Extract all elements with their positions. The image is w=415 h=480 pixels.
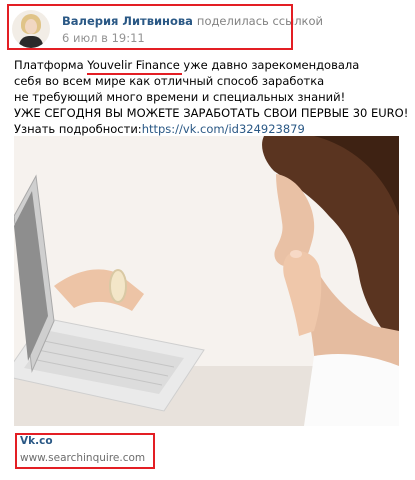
post-text-line-1-suffix: уже давно зарекомендовала [179, 58, 360, 72]
post-image[interactable] [14, 136, 399, 426]
highlight-box-header [7, 4, 293, 50]
post-text-line-1: Платформа Youvelir Finance уже давно зар… [14, 57, 409, 73]
post-text: Платформа Youvelir Finance уже давно зар… [14, 57, 409, 137]
post-text-line-5: Узнать подробности:https://vk.com/id3249… [14, 121, 409, 137]
post-text-line-1-prefix: Платформа [14, 58, 88, 72]
post-text-line-3: не требующий много времени и специальных… [14, 90, 346, 104]
profile-link[interactable]: https://vk.com/id324923879 [142, 122, 305, 136]
woman-with-laptop-photo-icon [14, 136, 399, 426]
post-text-line-4: УЖЕ СЕГОДНЯ ВЫ МОЖЕТЕ ЗАРАБОТАТЬ СВОИ ПЕ… [14, 106, 409, 120]
details-label: Узнать подробности: [14, 122, 142, 136]
brand-name: Youvelir Finance [87, 58, 180, 72]
highlight-box-link [15, 433, 155, 469]
post-text-line-2: себя во всем мире как отличный способ за… [14, 74, 325, 88]
